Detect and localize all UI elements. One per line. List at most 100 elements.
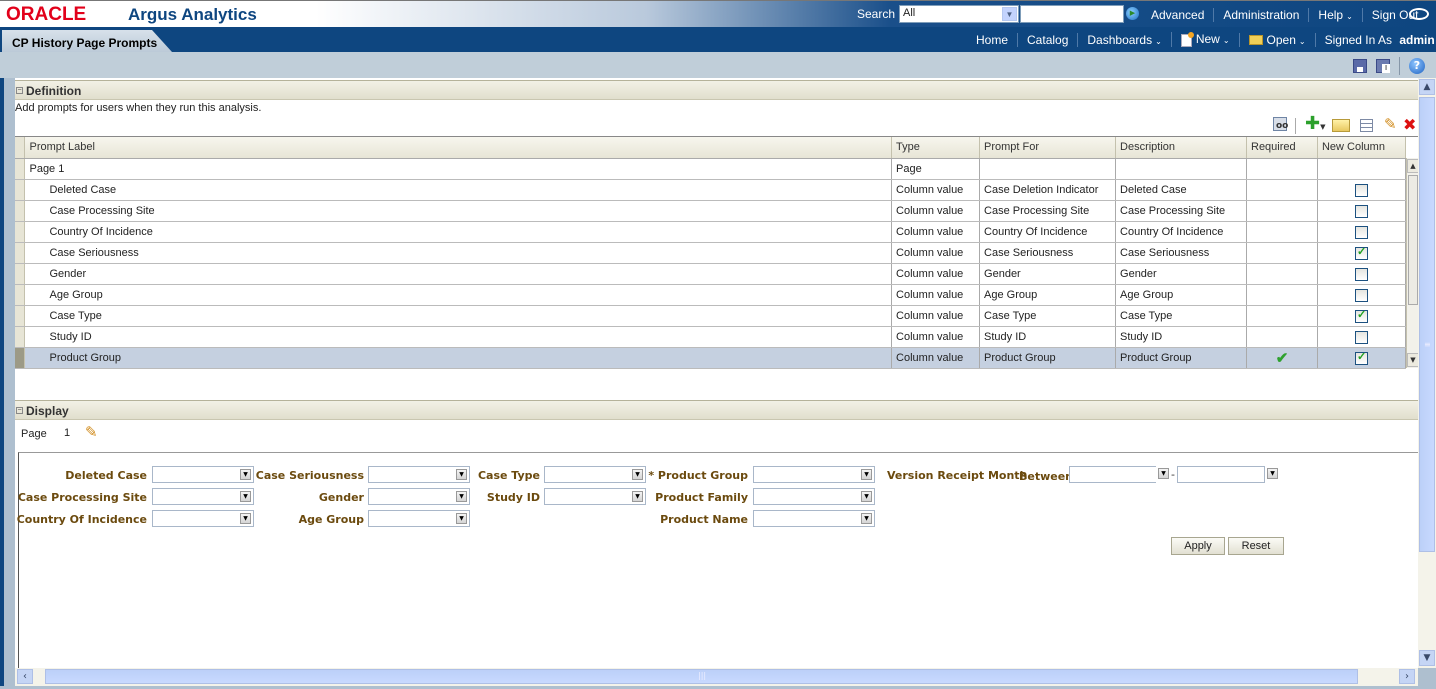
row-handle[interactable] — [15, 158, 26, 180]
table-row[interactable]: Case Seriousness Column value Case Serious… — [15, 242, 1407, 264]
preview-icon[interactable] — [1273, 117, 1288, 131]
dropdown-icon[interactable]: ▼ — [632, 469, 643, 480]
table-row[interactable]: Country Of Incidence Column value Country … — [15, 221, 1407, 243]
scroll-left-icon[interactable]: ‹ — [17, 669, 33, 684]
version-month-from-dropdown[interactable]: ▼ — [1156, 466, 1171, 483]
cell-required[interactable] — [1246, 326, 1318, 348]
col-new-column[interactable]: New Column — [1317, 137, 1407, 159]
study-id-select[interactable]: ▼ — [544, 488, 646, 505]
user-menu[interactable]: Signed In As admin⌄ — [1314, 32, 1436, 47]
collapse-icon[interactable]: − — [16, 87, 23, 94]
col-description[interactable]: Description — [1115, 137, 1247, 159]
new-menu[interactable]: New ⌄ — [1170, 31, 1239, 47]
row-handle[interactable] — [15, 242, 26, 264]
country-of-incidence-select[interactable]: ▼ — [152, 510, 254, 527]
row-handle[interactable] — [15, 221, 26, 243]
age-group-select[interactable]: ▼ — [368, 510, 470, 527]
new-column-checkbox[interactable] — [1354, 289, 1368, 302]
check-icon[interactable]: ✔ — [1276, 350, 1289, 367]
dropdown-icon[interactable]: ▼ — [1158, 468, 1169, 479]
dropdown-icon[interactable]: ▼ — [861, 469, 872, 480]
table-row[interactable]: Study ID Column value Study ID Study ID — [15, 326, 1407, 348]
cell-required[interactable] — [1246, 263, 1318, 285]
table-row[interactable]: Product Group Column value Product Group Pr… — [15, 347, 1407, 369]
new-column-checkbox[interactable] — [1354, 226, 1368, 239]
scroll-right-icon[interactable]: › — [1399, 669, 1415, 684]
product-group-select[interactable]: ▼ — [753, 466, 875, 483]
dropdown-icon[interactable]: ▼ — [240, 469, 251, 480]
dropdown-icon[interactable]: ▼ — [456, 513, 467, 524]
row-handle[interactable] — [15, 305, 26, 327]
table-row[interactable]: Case Processing Site Column value Case Pro… — [15, 200, 1407, 222]
cell-required[interactable] — [1246, 221, 1318, 243]
pencil-icon[interactable]: ✎ — [1384, 117, 1397, 133]
definition-section-header[interactable]: − Definition — [15, 80, 1418, 100]
dashboards-menu[interactable]: Dashboards ⌄ — [1077, 32, 1170, 47]
help-menu[interactable]: Help ⌄ — [1308, 7, 1361, 22]
table-row[interactable]: Case Type Column value Case Type Case Type — [15, 305, 1407, 327]
new-column-checkbox[interactable] — [1354, 205, 1368, 218]
open-menu[interactable]: Open ⌄ — [1238, 32, 1315, 47]
new-column-checkbox[interactable] — [1354, 308, 1368, 323]
tab-cp-history-page-prompts[interactable]: CP History Page Prompts — [2, 30, 172, 52]
col-required[interactable]: Required — [1246, 137, 1318, 159]
table-row[interactable]: Age Group Column value Age Group Age Group — [15, 284, 1407, 306]
table-row[interactable]: Gender Column value Gender Gender — [15, 263, 1407, 285]
scroll-up-icon[interactable]: ▲ — [1419, 79, 1435, 95]
reset-button[interactable]: Reset — [1228, 537, 1284, 555]
advanced-link[interactable]: Advanced — [1142, 8, 1213, 22]
deleted-case-select[interactable]: ▼ — [152, 466, 254, 483]
dropdown-icon[interactable]: ▼ — [1267, 468, 1278, 479]
search-go-button[interactable]: ▶ — [1126, 7, 1139, 20]
page-horizontal-scrollbar[interactable]: ‹ ||| › — [15, 668, 1418, 686]
dropdown-icon[interactable]: ▼ — [861, 491, 872, 502]
dropdown-icon[interactable]: ▼ — [240, 491, 251, 502]
dropdown-icon[interactable]: ▼ — [456, 469, 467, 480]
version-month-to-input[interactable] — [1177, 466, 1265, 483]
horizontal-scroll-thumb[interactable]: ||| — [45, 669, 1358, 684]
cell-required[interactable] — [1246, 200, 1318, 222]
pencil-icon[interactable]: ✎ — [85, 423, 98, 441]
col-prompt-label[interactable]: Prompt Label — [24, 137, 893, 159]
save-as-icon[interactable] — [1376, 59, 1390, 73]
chevron-down-icon[interactable]: ▼ — [1002, 7, 1017, 21]
col-type[interactable]: Type — [891, 137, 981, 159]
new-column-checkbox[interactable] — [1354, 350, 1368, 365]
cell-required[interactable] — [1246, 284, 1318, 306]
save-icon[interactable] — [1353, 59, 1367, 73]
new-column-checkbox[interactable] — [1354, 268, 1368, 281]
dropdown-icon[interactable]: ▼ — [456, 491, 467, 502]
version-month-to-dropdown[interactable]: ▼ — [1265, 466, 1280, 483]
table-scroll-thumb[interactable] — [1408, 175, 1418, 305]
vertical-scroll-thumb[interactable]: ≡ — [1419, 97, 1435, 552]
dropdown-icon[interactable]: ▼ — [240, 513, 251, 524]
product-name-select[interactable]: ▼ — [753, 510, 875, 527]
search-scope-select[interactable]: All ▼ — [899, 5, 1019, 23]
table-row[interactable]: Deleted Case Column value Case Deletion In… — [15, 179, 1407, 201]
search-input[interactable] — [1020, 5, 1124, 23]
grid-layout-icon[interactable] — [1360, 119, 1373, 132]
page-vertical-scrollbar[interactable]: ▲ ≡ ▼ — [1418, 78, 1436, 668]
apply-button[interactable]: Apply — [1171, 537, 1225, 555]
new-column-checkbox[interactable] — [1354, 331, 1368, 344]
help-icon[interactable]: ? — [1409, 58, 1425, 74]
new-column-checkbox[interactable] — [1354, 245, 1368, 260]
row-handle[interactable] — [15, 326, 26, 348]
display-section-header[interactable]: − Display — [15, 400, 1418, 420]
page-row[interactable]: Page 1 Page — [15, 158, 1407, 180]
product-family-select[interactable]: ▼ — [753, 488, 875, 505]
cell-required[interactable] — [1246, 179, 1318, 201]
collapse-icon[interactable]: − — [16, 407, 23, 414]
cell-required[interactable]: ✔ — [1246, 347, 1318, 369]
new-row-icon[interactable] — [1332, 119, 1350, 132]
row-handle[interactable] — [15, 200, 26, 222]
col-prompt-for[interactable]: Prompt For — [979, 137, 1117, 159]
gender-select[interactable]: ▼ — [368, 488, 470, 505]
administration-link[interactable]: Administration — [1213, 7, 1308, 22]
catalog-link[interactable]: Catalog — [1017, 32, 1077, 47]
row-handle[interactable] — [15, 179, 26, 201]
case-processing-site-select[interactable]: ▼ — [152, 488, 254, 505]
dropdown-icon[interactable]: ▼ — [861, 513, 872, 524]
delete-icon[interactable]: ✖ — [1403, 117, 1416, 133]
case-seriousness-select[interactable]: ▼ — [368, 466, 470, 483]
